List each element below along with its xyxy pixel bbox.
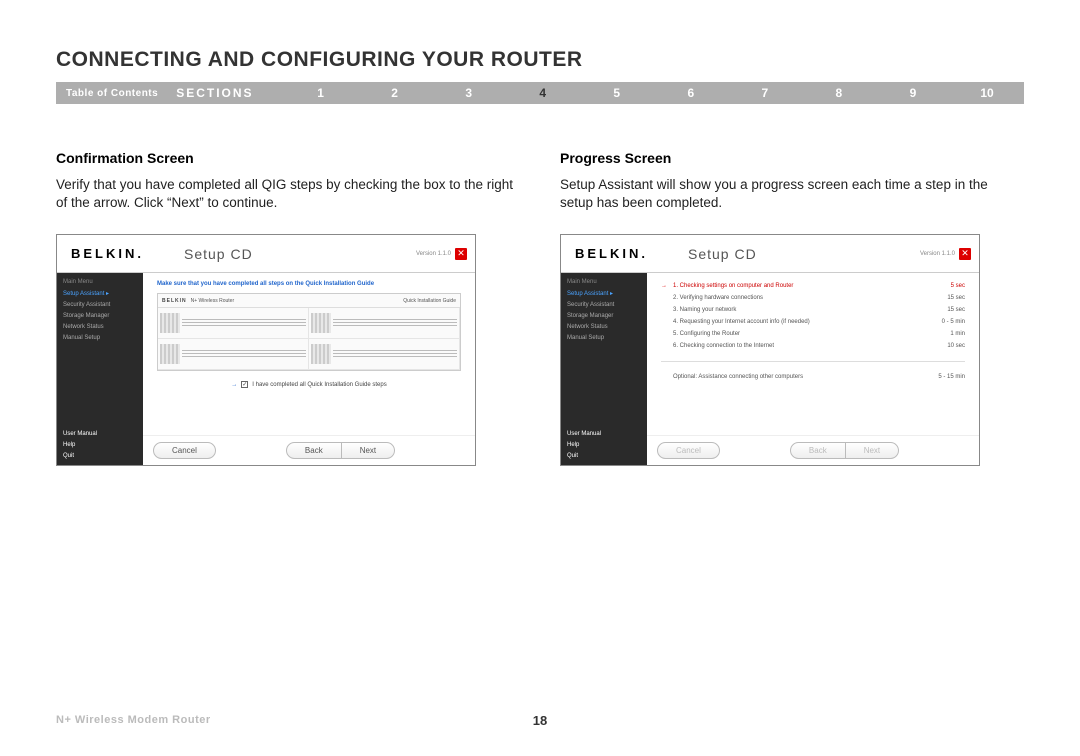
- sidebar-item-quit[interactable]: Quit: [63, 453, 137, 459]
- nav-section-2[interactable]: 2: [358, 86, 432, 100]
- nav-section-9[interactable]: 9: [876, 86, 950, 100]
- footer-product-name: N+ Wireless Modem Router: [56, 714, 211, 726]
- sidebar-header: Main Menu: [567, 279, 641, 285]
- qig-product-label: N+ Wireless Router: [191, 298, 234, 304]
- sidebar-item-help[interactable]: Help: [63, 442, 137, 448]
- close-icon[interactable]: ✕: [455, 248, 467, 260]
- progress-list: → 1. Checking settings on computer and R…: [661, 283, 965, 380]
- nav-section-8[interactable]: 8: [802, 86, 876, 100]
- progress-step-4: 4. Requesting your Internet account info…: [661, 319, 965, 325]
- version-label: Version 1.1.0: [416, 251, 451, 257]
- cancel-button: Cancel: [657, 442, 720, 459]
- sidebar-item-storage[interactable]: Storage Manager: [567, 313, 641, 319]
- arrow-icon: →: [231, 382, 237, 388]
- sidebar-item-manual[interactable]: Manual Setup: [63, 335, 137, 341]
- next-button[interactable]: Next: [342, 442, 395, 459]
- cancel-button[interactable]: Cancel: [153, 442, 216, 459]
- back-button[interactable]: Back: [286, 442, 342, 459]
- qig-preview: BELKIN N+ Wireless Router Quick Installa…: [157, 293, 461, 371]
- progress-optional: Optional: Assistance connecting other co…: [661, 374, 965, 380]
- sidebar-item-quit[interactable]: Quit: [567, 453, 641, 459]
- sidebar-item-setup-assistant[interactable]: Setup Assistant ▸: [63, 290, 137, 297]
- nav-section-1[interactable]: 1: [284, 86, 358, 100]
- qig-mini-logo: BELKIN: [162, 298, 187, 304]
- belkin-logo: BELKIN.: [569, 246, 648, 261]
- confirm-checkbox[interactable]: ✓: [241, 381, 248, 388]
- nav-section-3[interactable]: 3: [432, 86, 506, 100]
- sidebar-item-manual[interactable]: Manual Setup: [567, 335, 641, 341]
- back-button: Back: [790, 442, 846, 459]
- footer-page-number: 18: [533, 713, 547, 728]
- sidebar-item-user-manual[interactable]: User Manual: [567, 431, 641, 437]
- sidebar-item-setup-assistant[interactable]: Setup Assistant ▸: [567, 290, 641, 297]
- progress-step-2: 2. Verifying hardware connections15 sec: [661, 295, 965, 301]
- page-title: CONNECTING AND CONFIGURING YOUR ROUTER: [56, 48, 1024, 72]
- confirmation-screenshot: BELKIN. Setup CD Version 1.1.0 ✕ Main Me…: [56, 234, 476, 466]
- sidebar-item-security[interactable]: Security Assistant: [567, 302, 641, 308]
- next-button: Next: [846, 442, 899, 459]
- sidebar-item-user-manual[interactable]: User Manual: [63, 431, 137, 437]
- current-step-arrow-icon: →: [661, 283, 673, 289]
- confirmation-column: Confirmation Screen Verify that you have…: [56, 150, 520, 466]
- setup-cd-title: Setup CD: [648, 246, 920, 262]
- progress-body: Setup Assistant will show you a progress…: [560, 176, 1024, 212]
- sidebar-header: Main Menu: [63, 279, 137, 285]
- instruction-text: Make sure that you have completed all st…: [157, 281, 461, 287]
- confirmation-body: Verify that you have completed all QIG s…: [56, 176, 520, 212]
- confirmation-heading: Confirmation Screen: [56, 150, 520, 166]
- sidebar-item-network[interactable]: Network Status: [63, 324, 137, 330]
- progress-heading: Progress Screen: [560, 150, 1024, 166]
- nav-section-6[interactable]: 6: [654, 86, 728, 100]
- close-icon[interactable]: ✕: [959, 248, 971, 260]
- sidebar: Main Menu Setup Assistant ▸ Security Ass…: [561, 273, 647, 465]
- confirm-label: I have completed all Quick Installation …: [252, 382, 386, 388]
- sidebar-item-help[interactable]: Help: [567, 442, 641, 448]
- qig-guide-label: Quick Installation Guide: [403, 298, 456, 304]
- progress-step-1: → 1. Checking settings on computer and R…: [661, 283, 965, 289]
- version-label: Version 1.1.0: [920, 251, 955, 257]
- section-nav-bar: Table of Contents SECTIONS 1 2 3 4 5 6 7…: [56, 82, 1024, 104]
- nav-section-5[interactable]: 5: [580, 86, 654, 100]
- setup-cd-title: Setup CD: [144, 246, 416, 262]
- belkin-logo: BELKIN.: [65, 246, 144, 261]
- sidebar-item-storage[interactable]: Storage Manager: [63, 313, 137, 319]
- progress-step-3: 3. Naming your network15 sec: [661, 307, 965, 313]
- page-footer: N+ Wireless Modem Router 18: [56, 714, 1024, 726]
- sidebar-item-security[interactable]: Security Assistant: [63, 302, 137, 308]
- nav-section-7[interactable]: 7: [728, 86, 802, 100]
- progress-screenshot: BELKIN. Setup CD Version 1.1.0 ✕ Main Me…: [560, 234, 980, 466]
- nav-sections-label: SECTIONS: [176, 86, 283, 100]
- nav-section-4[interactable]: 4: [506, 86, 580, 100]
- progress-column: Progress Screen Setup Assistant will sho…: [560, 150, 1024, 466]
- sidebar: Main Menu Setup Assistant ▸ Security Ass…: [57, 273, 143, 465]
- progress-step-6: 6. Checking connection to the Internet10…: [661, 343, 965, 349]
- nav-toc[interactable]: Table of Contents: [56, 88, 176, 99]
- progress-step-5: 5. Configuring the Router1 min: [661, 331, 965, 337]
- sidebar-item-network[interactable]: Network Status: [567, 324, 641, 330]
- nav-section-10[interactable]: 10: [950, 86, 1024, 100]
